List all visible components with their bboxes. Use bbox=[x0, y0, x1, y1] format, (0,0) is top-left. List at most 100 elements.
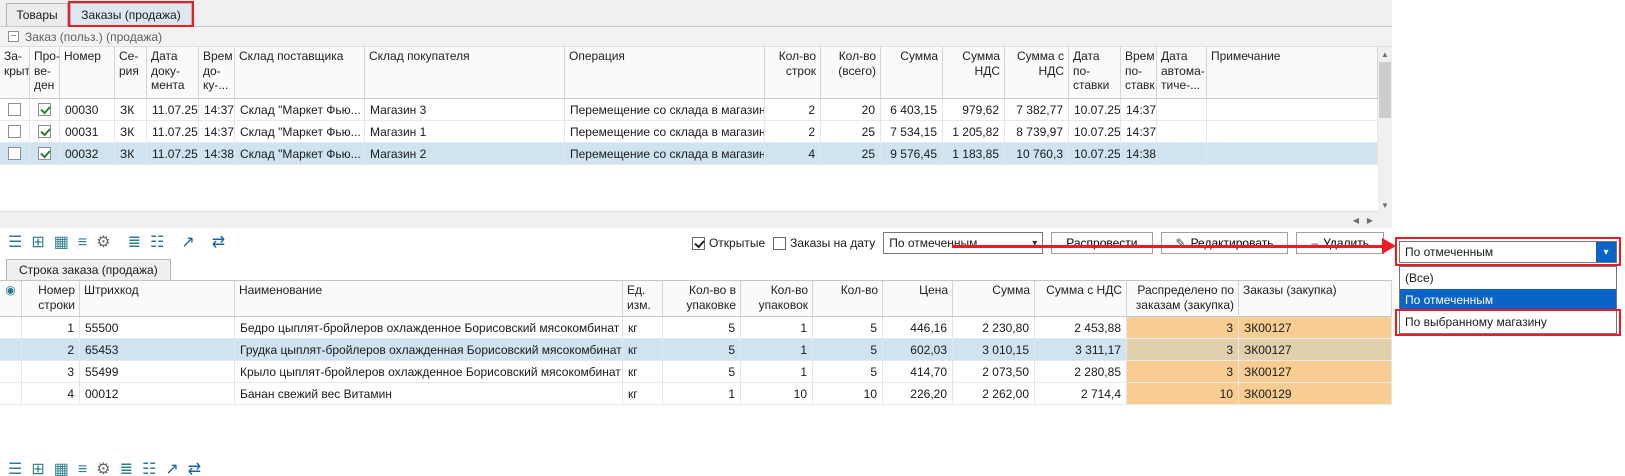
cell-qty[interactable]: 10 bbox=[813, 383, 883, 404]
vertical-scrollbar[interactable]: ▲ ▼ bbox=[1378, 47, 1392, 212]
cell-qty_per_pack[interactable]: 5 bbox=[663, 317, 741, 338]
cell-supplier_warehouse[interactable]: Склад "Маркет Фью... bbox=[235, 143, 365, 164]
cell-closed[interactable] bbox=[0, 143, 30, 164]
cell-packs[interactable]: 1 bbox=[741, 317, 813, 338]
cell-name[interactable]: Крыло цыплят-бройлеров охлажденное Борис… bbox=[235, 361, 623, 382]
delete-button[interactable]: – Удалить bbox=[1296, 232, 1384, 254]
chevron-down-icon[interactable]: ▾ bbox=[1596, 242, 1616, 262]
cell-qty_total[interactable]: 25 bbox=[821, 143, 881, 164]
scroll-left-icon[interactable]: ◀ bbox=[1349, 213, 1363, 227]
cell-qty_per_pack[interactable]: 5 bbox=[663, 339, 741, 360]
cell-sum_with_vat[interactable]: 7 382,77 bbox=[1005, 99, 1069, 120]
refresh-icon[interactable]: ⇄ bbox=[212, 234, 225, 252]
cell-sum_with_vat[interactable]: 2 714,4 bbox=[1035, 383, 1127, 404]
cell-closed[interactable] bbox=[0, 99, 30, 120]
table-row[interactable]: 400012Банан свежий вес Витаминкг11010226… bbox=[0, 383, 1392, 405]
cell-barcode[interactable]: 65453 bbox=[80, 339, 235, 360]
column-header-sum[interactable]: Сумма bbox=[881, 47, 943, 98]
cell-qty_per_pack[interactable]: 1 bbox=[663, 383, 741, 404]
cell-line_no[interactable]: 4 bbox=[22, 383, 80, 404]
cell-qty_total[interactable]: 20 bbox=[821, 99, 881, 120]
open-in-window-icon[interactable]: ↗ bbox=[165, 461, 178, 476]
column-header-sum_with_vat[interactable]: Сумма с НДС bbox=[1005, 47, 1069, 98]
cell-sel[interactable] bbox=[0, 317, 22, 338]
cell-sum[interactable]: 2 262,00 bbox=[953, 383, 1035, 404]
cell-auto_date[interactable] bbox=[1157, 99, 1207, 120]
list-view-icon[interactable]: ☰ bbox=[8, 234, 22, 252]
cell-price[interactable]: 602,03 bbox=[883, 339, 953, 360]
column-header-closed[interactable]: За- крыт bbox=[0, 47, 30, 98]
table-row[interactable]: 00030ЗК11.07.2514:37Склад "Маркет Фью...… bbox=[0, 99, 1378, 121]
numbered-list-icon[interactable]: ≣ bbox=[120, 461, 133, 476]
cell-line_no[interactable]: 2 bbox=[22, 339, 80, 360]
open-orders-checkbox[interactable]: Открытые bbox=[692, 236, 765, 250]
column-header-line_no[interactable]: Номер строки bbox=[22, 281, 80, 316]
column-header-qty[interactable]: Кол-во bbox=[813, 281, 883, 316]
grouping-list-icon[interactable]: ☷ bbox=[142, 461, 156, 476]
grid-view-icon[interactable]: ⊞ bbox=[31, 461, 44, 476]
cell-delivery_date[interactable]: 10.07.25 bbox=[1069, 121, 1121, 142]
cell-series[interactable]: ЗК bbox=[115, 143, 147, 164]
cell-unit[interactable]: кг bbox=[623, 361, 663, 382]
cell-doc_date[interactable]: 11.07.25 bbox=[147, 99, 199, 120]
dropdown-option[interactable]: (Все) bbox=[1400, 267, 1616, 289]
table-row[interactable]: 00032ЗК11.07.2514:38Склад "Маркет Фью...… bbox=[0, 143, 1378, 165]
column-header-qty_total[interactable]: Кол-во (всего) bbox=[821, 47, 881, 98]
cell-barcode[interactable]: 55500 bbox=[80, 317, 235, 338]
column-header-doc_date[interactable]: Дата доку- мента bbox=[147, 47, 199, 98]
cell-number[interactable]: 00031 bbox=[60, 121, 115, 142]
cell-sum[interactable]: 9 576,45 bbox=[881, 143, 943, 164]
cell-operation[interactable]: Перемещение со склада в магазин bbox=[565, 99, 765, 120]
cell-qty_per_pack[interactable]: 5 bbox=[663, 361, 741, 382]
cell-sum_with_vat[interactable]: 2 280,85 bbox=[1035, 361, 1127, 382]
scroll-right-icon[interactable]: ▶ bbox=[1363, 213, 1377, 227]
column-header-auto_date[interactable]: Дата автома- тиче-... bbox=[1157, 47, 1207, 98]
cell-price[interactable]: 446,16 bbox=[883, 317, 953, 338]
grid-view-icon[interactable]: ⊞ bbox=[31, 234, 44, 252]
calendar-icon[interactable]: ▦ bbox=[54, 234, 69, 252]
cell-packs[interactable]: 10 bbox=[741, 383, 813, 404]
column-header-supplier_warehouse[interactable]: Склад поставщика bbox=[235, 47, 365, 98]
column-header-purchase_orders[interactable]: Заказы (закупка) bbox=[1239, 281, 1392, 316]
column-header-distributed[interactable]: Распределено по заказам (закупка) bbox=[1127, 281, 1239, 316]
cell-unit[interactable]: кг bbox=[623, 317, 663, 338]
cell-delivery_date[interactable]: 10.07.25 bbox=[1069, 99, 1121, 120]
cell-doc_time[interactable]: 14:37 bbox=[199, 121, 235, 142]
closed-checkbox[interactable] bbox=[8, 147, 21, 160]
posted-checkbox[interactable] bbox=[38, 147, 51, 160]
cell-vat_sum[interactable]: 1 205,82 bbox=[943, 121, 1005, 142]
cell-series[interactable]: ЗК bbox=[115, 99, 147, 120]
filter-icon[interactable]: ≡ bbox=[78, 234, 87, 252]
cell-unit[interactable]: кг bbox=[623, 339, 663, 360]
tab-order-lines[interactable]: Строка заказа (продажа) bbox=[6, 259, 171, 280]
cell-price[interactable]: 414,70 bbox=[883, 361, 953, 382]
cell-packs[interactable]: 1 bbox=[741, 361, 813, 382]
cell-price[interactable]: 226,20 bbox=[883, 383, 953, 404]
horizontal-scrollbar[interactable]: ◀ ▶ bbox=[0, 212, 1392, 228]
column-header-posted[interactable]: Про- ве- ден bbox=[30, 47, 60, 98]
cell-distributed[interactable]: 3 bbox=[1127, 339, 1239, 360]
cell-auto_date[interactable] bbox=[1157, 143, 1207, 164]
collapse-icon[interactable]: − bbox=[8, 31, 19, 42]
cell-auto_date[interactable] bbox=[1157, 121, 1207, 142]
cell-line_no[interactable]: 3 bbox=[22, 361, 80, 382]
cell-sum[interactable]: 7 534,15 bbox=[881, 121, 943, 142]
cell-buyer_warehouse[interactable]: Магазин 1 bbox=[365, 121, 565, 142]
column-header-sum[interactable]: Сумма bbox=[953, 281, 1035, 316]
cell-qty[interactable]: 5 bbox=[813, 339, 883, 360]
refresh-icon[interactable]: ⇄ bbox=[188, 461, 201, 476]
cell-distributed[interactable]: 3 bbox=[1127, 361, 1239, 382]
table-row[interactable]: 155500Бедро цыплят-бройлеров охлажденное… bbox=[0, 317, 1392, 339]
cell-operation[interactable]: Перемещение со склада в магазин bbox=[565, 143, 765, 164]
cell-unit[interactable]: кг bbox=[623, 383, 663, 404]
cell-purchase_orders[interactable]: ЗК00127 bbox=[1239, 361, 1392, 382]
column-header-price[interactable]: Цена bbox=[883, 281, 953, 316]
column-header-delivery_date[interactable]: Дата по- ставки bbox=[1069, 47, 1121, 98]
column-header-number[interactable]: Номер bbox=[60, 47, 115, 98]
cell-buyer_warehouse[interactable]: Магазин 2 bbox=[365, 143, 565, 164]
column-header-note[interactable]: Примечание bbox=[1207, 47, 1378, 98]
cell-line_no[interactable]: 1 bbox=[22, 317, 80, 338]
open-in-window-icon[interactable]: ↗ bbox=[181, 234, 194, 252]
column-header-buyer_warehouse[interactable]: Склад покупателя bbox=[365, 47, 565, 98]
column-header-sum_with_vat[interactable]: Сумма с НДС bbox=[1035, 281, 1127, 316]
